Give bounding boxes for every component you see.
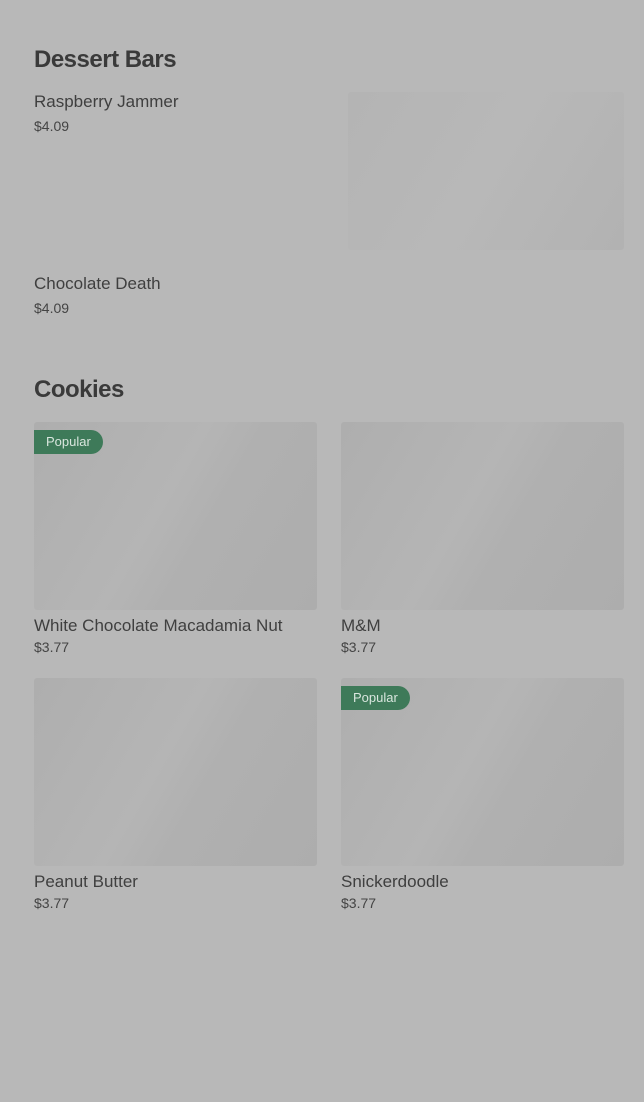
item-price: $3.77 — [341, 895, 377, 911]
popular-badge: Popular — [34, 430, 103, 454]
item-name: Snickerdoodle — [341, 872, 449, 891]
menu-page: Dessert Bars Raspberry Jammer $4.09 Choc… — [0, 0, 644, 1102]
item-price: $3.77 — [341, 639, 377, 655]
item-price: $3.77 — [34, 639, 70, 655]
item-price: $4.09 — [34, 300, 70, 316]
item-price: $3.77 — [34, 895, 70, 911]
item-name: M&M — [341, 616, 381, 635]
item-name: Raspberry Jammer — [34, 92, 179, 111]
section-title-dessert-bars: Dessert Bars — [34, 46, 177, 73]
item-image — [341, 422, 624, 610]
item-image — [348, 92, 624, 250]
item-name: White Chocolate Macadamia Nut — [34, 616, 283, 635]
popular-badge: Popular — [341, 686, 410, 710]
item-name: Peanut Butter — [34, 872, 138, 891]
item-image — [34, 678, 317, 866]
item-price: $4.09 — [34, 118, 70, 134]
item-name: Chocolate Death — [34, 274, 161, 293]
section-title-cookies: Cookies — [34, 376, 124, 403]
